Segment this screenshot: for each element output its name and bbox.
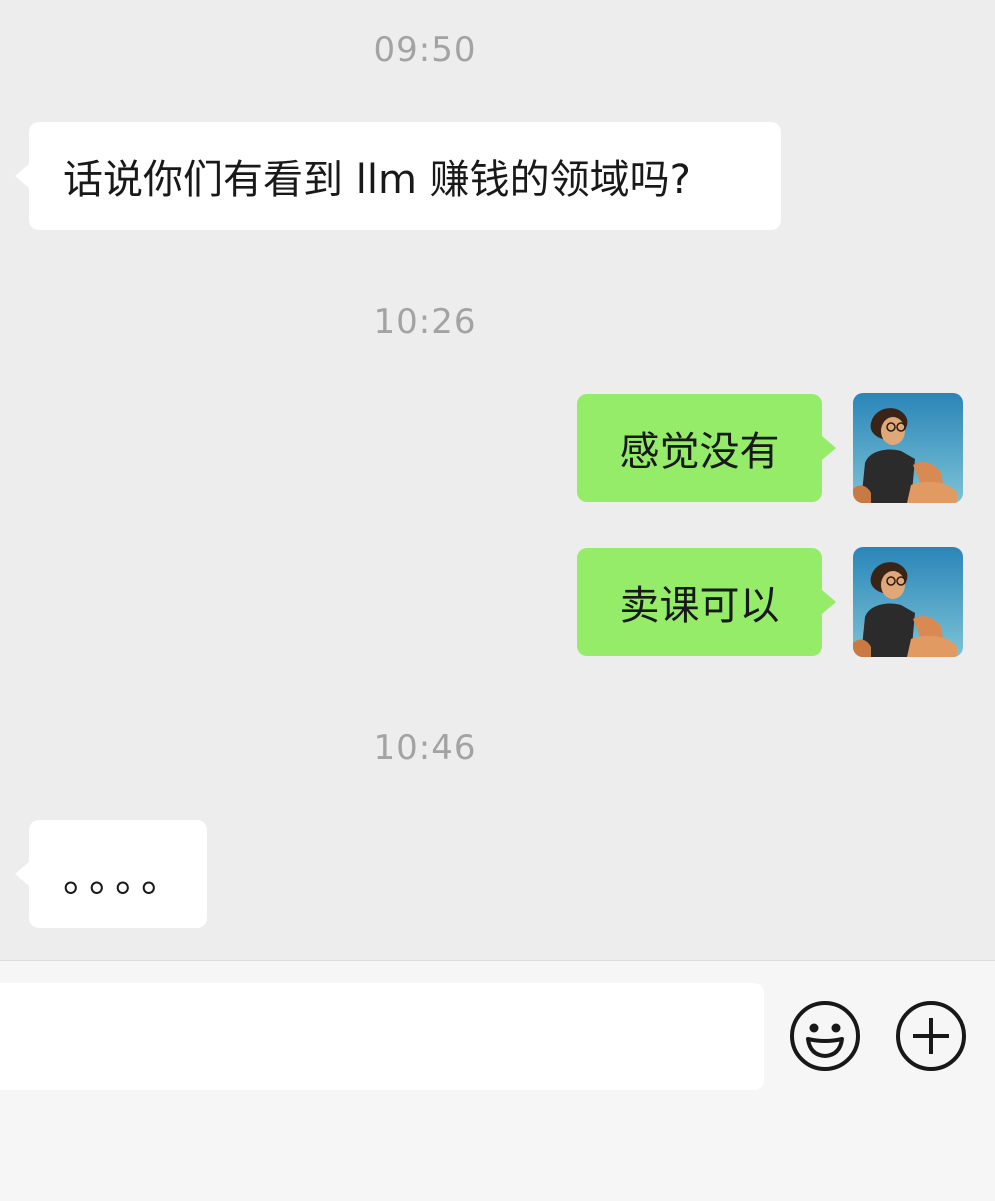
avatar-image [853, 393, 963, 503]
avatar[interactable] [853, 393, 963, 503]
avatar-image [853, 547, 963, 657]
emoji-icon [790, 1001, 860, 1071]
timestamp: 10:46 [373, 728, 477, 768]
plus-icon [896, 1001, 966, 1071]
message-text: 感觉没有 [619, 429, 780, 475]
avatar[interactable] [853, 547, 963, 657]
message-bubble-incoming[interactable]: 话说你们有看到 llm 赚钱的领域吗? [15, 122, 781, 230]
chat-area[interactable]: 09:50 话说你们有看到 llm 赚钱的领域吗? 10:26 感觉没有 卖课可… [0, 0, 995, 960]
message-text: 话说你们有看到 llm 赚钱的领域吗? [63, 157, 691, 203]
message-text: 。。。。 [63, 855, 187, 901]
emoji-button[interactable] [788, 999, 862, 1073]
message-text: 卖课可以 [619, 583, 780, 629]
input-bar [0, 960, 995, 1201]
message-bubble-outgoing[interactable]: 卖课可以 [577, 548, 836, 656]
plus-button[interactable] [894, 999, 968, 1073]
message-bubble-outgoing[interactable]: 感觉没有 [577, 394, 836, 502]
timestamp: 10:26 [373, 302, 477, 342]
timestamp: 09:50 [373, 30, 477, 70]
message-input[interactable] [0, 983, 764, 1090]
message-bubble-incoming[interactable]: 。。。。 [15, 820, 207, 928]
